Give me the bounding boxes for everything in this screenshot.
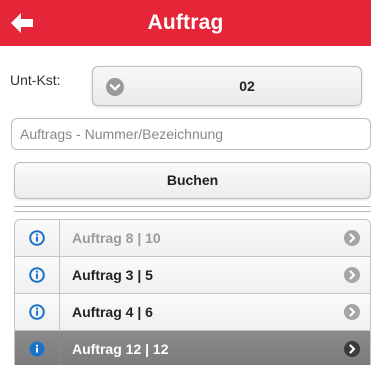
chevron-right-circle-icon [344, 341, 360, 357]
order-list: Auftrag 8 | 10 Auftrag 3 | 5 Auftrag 4 |… [14, 219, 371, 365]
order-search-input[interactable] [11, 118, 371, 150]
cost-center-value: 02 [239, 78, 255, 94]
info-icon[interactable] [15, 294, 60, 330]
chevron-right-circle-icon [344, 267, 360, 283]
cost-center-label: Unt-Kst: [10, 72, 61, 88]
order-list-item[interactable]: Auftrag 3 | 5 [15, 257, 370, 294]
order-label: Auftrag 4 | 6 [72, 304, 153, 320]
book-button[interactable]: Buchen [14, 162, 371, 199]
order-label: Auftrag 3 | 5 [72, 267, 153, 283]
info-icon[interactable] [15, 220, 60, 256]
order-list-item[interactable]: Auftrag 4 | 6 [15, 294, 370, 331]
info-icon[interactable] [15, 257, 60, 293]
order-list-item[interactable]: Auftrag 8 | 10 [15, 220, 370, 257]
chevron-right-circle-icon [344, 230, 360, 246]
divider-bottom [14, 211, 371, 212]
app-header: Auftrag [0, 0, 371, 46]
cost-center-select[interactable]: 02 [92, 66, 362, 106]
divider-top [14, 206, 371, 207]
app-root: Auftrag Unt-Kst: 02 Buchen Auftr [0, 0, 371, 365]
info-icon[interactable] [15, 331, 60, 365]
chevron-down-circle-icon [106, 78, 124, 96]
order-label: Auftrag 12 | 12 [72, 341, 169, 357]
chevron-right-circle-icon [344, 304, 360, 320]
order-label: Auftrag 8 | 10 [72, 230, 161, 246]
page-title: Auftrag [147, 11, 224, 34]
order-list-item-active[interactable]: Auftrag 12 | 12 [15, 331, 370, 365]
